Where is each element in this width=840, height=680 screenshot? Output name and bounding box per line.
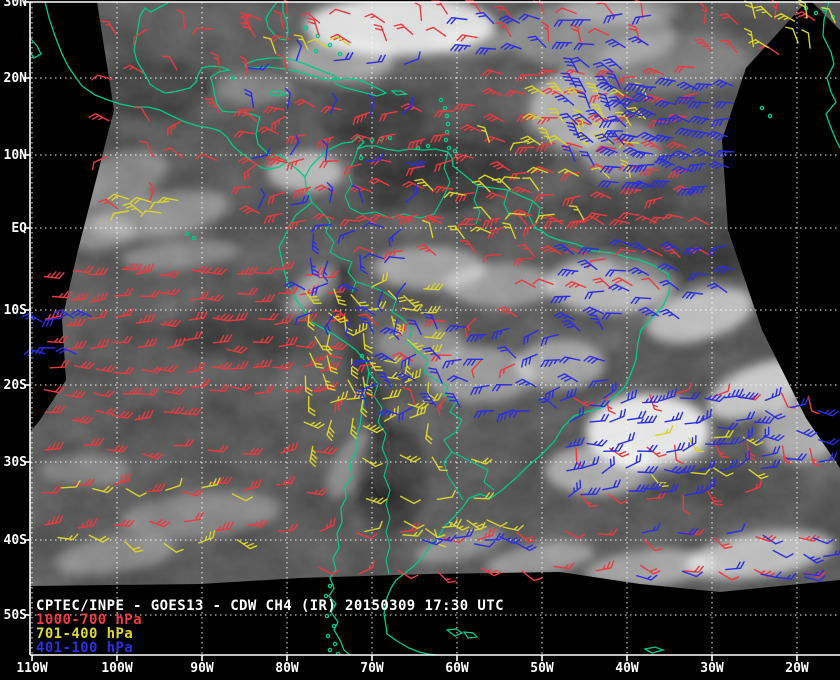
satellite-canvas: 110W 100W 90W 80W 70W 60W 50W 40W 30W 20W 30N 20N 10…	[0, 0, 840, 680]
lat-label: 10N	[4, 148, 28, 163]
legend-mid-level: 701-400 hPa	[36, 627, 133, 641]
lat-label: 30S	[4, 455, 28, 470]
lon-label: 40W	[615, 661, 639, 676]
ir-scene	[30, 0, 840, 655]
lat-label: 20N	[4, 71, 28, 86]
satellite-wind-map: 110W 100W 90W 80W 70W 60W 50W 40W 30W 20W 30N 20N 10…	[0, 0, 840, 680]
lat-label: 40S	[4, 533, 28, 548]
lat-label: 30N	[4, 0, 28, 10]
lon-label: 60W	[445, 661, 469, 676]
lon-label: 80W	[275, 661, 299, 676]
lon-label: 100W	[101, 661, 132, 676]
lon-label: 90W	[190, 661, 214, 676]
lon-label: 70W	[360, 661, 384, 676]
legend-high-level: 401-100 hPa	[36, 641, 133, 655]
lat-label: 20S	[4, 378, 28, 393]
lon-label: 110W	[16, 661, 47, 676]
map-title: CPTEC/INPE - GOES13 - CDW CH4 (IR) 20150…	[36, 599, 504, 613]
lat-label: 10S	[4, 303, 28, 318]
lon-label: 30W	[700, 661, 724, 676]
legend-low-level: 1000-700 hPa	[36, 613, 142, 627]
lat-label: 50S	[4, 608, 28, 623]
lat-label: EQ	[11, 221, 27, 236]
lon-label: 50W	[530, 661, 554, 676]
lon-label: 20W	[785, 661, 809, 676]
